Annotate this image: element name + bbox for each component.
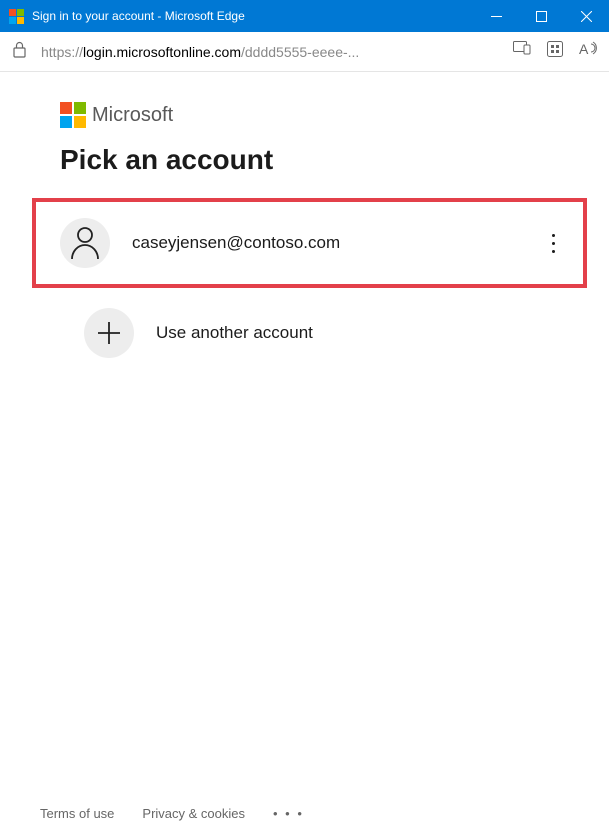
device-icon[interactable]	[513, 41, 531, 62]
plus-icon	[84, 308, 134, 358]
edge-app-icon	[8, 8, 24, 24]
url-path: /dddd5555-eeee-...	[241, 44, 359, 60]
account-tile[interactable]: caseyjensen@contoso.com	[32, 198, 587, 288]
privacy-link[interactable]: Privacy & cookies	[142, 806, 245, 821]
window-controls	[474, 0, 609, 32]
url-protocol: https://	[41, 44, 83, 60]
read-aloud-icon[interactable]: A	[579, 41, 597, 62]
microsoft-logo-icon	[60, 102, 86, 128]
maximize-button[interactable]	[519, 0, 564, 32]
window-title: Sign in to your account - Microsoft Edge	[32, 9, 474, 23]
account-options-button[interactable]	[544, 226, 563, 261]
use-another-account-label: Use another account	[156, 323, 555, 343]
terms-link[interactable]: Terms of use	[40, 806, 114, 821]
footer-more-button[interactable]: • • •	[273, 806, 304, 821]
address-bar: https://login.microsoftonline.com/dddd55…	[0, 32, 609, 72]
use-another-account-tile[interactable]: Use another account	[60, 288, 579, 378]
account-email: caseyjensen@contoso.com	[132, 233, 544, 253]
url-domain: login.microsoftonline.com	[83, 44, 241, 60]
minimize-button[interactable]	[474, 0, 519, 32]
window-titlebar: Sign in to your account - Microsoft Edge	[0, 0, 609, 32]
addressbar-controls: A	[513, 41, 597, 62]
page-heading: Pick an account	[60, 144, 579, 176]
extensions-icon[interactable]	[547, 41, 563, 62]
page-footer: Terms of use Privacy & cookies • • •	[0, 788, 609, 838]
microsoft-brand: Microsoft	[60, 102, 579, 128]
user-avatar-icon	[60, 218, 110, 268]
lock-icon[interactable]	[12, 41, 27, 63]
close-button[interactable]	[564, 0, 609, 32]
page-content: Microsoft Pick an account caseyjensen@co…	[0, 72, 609, 788]
svg-text:A: A	[579, 41, 589, 56]
microsoft-logo-text: Microsoft	[92, 104, 173, 127]
url-display[interactable]: https://login.microsoftonline.com/dddd55…	[41, 44, 499, 60]
